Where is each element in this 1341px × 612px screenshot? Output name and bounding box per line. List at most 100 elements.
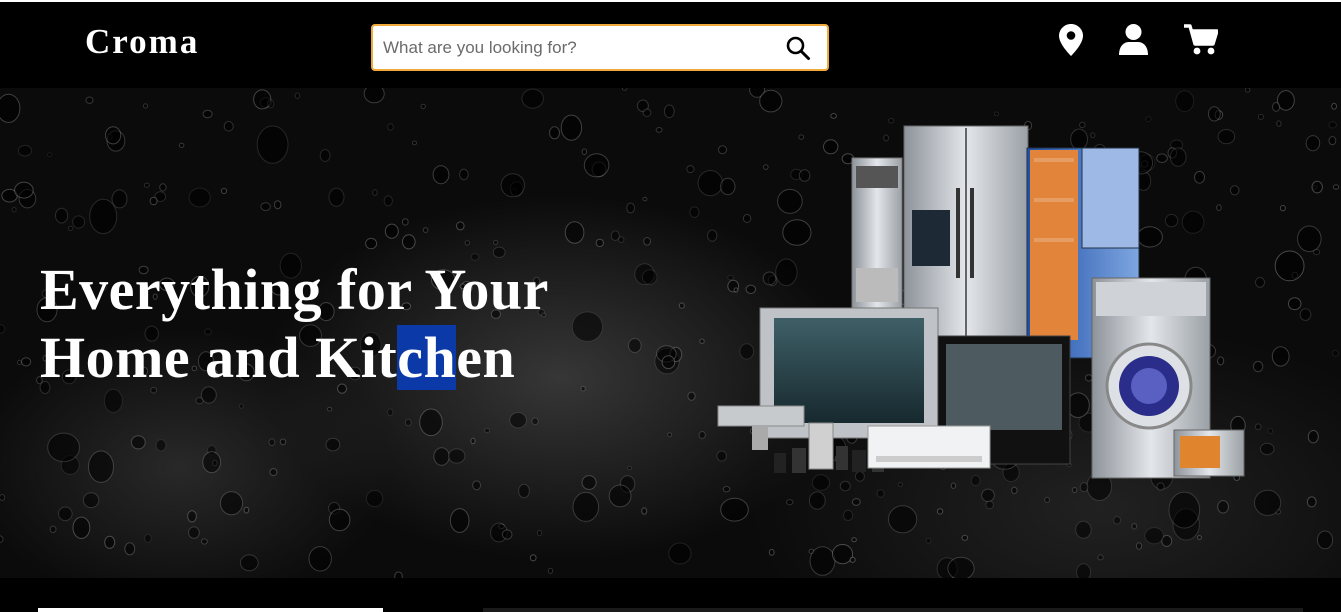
search-input[interactable] (383, 26, 773, 69)
water-drop (124, 542, 136, 556)
water-drop (843, 509, 854, 521)
water-drop (308, 546, 332, 572)
water-drop (401, 218, 409, 226)
water-drop (595, 238, 604, 248)
water-drop (16, 359, 22, 365)
water-drop (328, 187, 345, 207)
water-drop (432, 165, 450, 185)
water-drop (325, 437, 341, 452)
water-drop (642, 196, 648, 202)
water-drop (500, 173, 525, 198)
water-drop (267, 99, 275, 109)
water-drop (581, 148, 587, 156)
water-drop (144, 533, 152, 543)
water-drop (202, 109, 213, 119)
water-drop (239, 554, 259, 572)
location-icon[interactable] (1059, 24, 1083, 56)
water-drop (268, 438, 276, 447)
water-drop (279, 438, 287, 446)
water-drop (547, 567, 554, 574)
water-drop (219, 491, 244, 516)
water-drop (404, 418, 412, 427)
water-drop (294, 92, 301, 99)
water-drop (1252, 360, 1264, 373)
water-drop (628, 338, 642, 353)
water-drop (188, 187, 211, 208)
water-drop (72, 516, 91, 539)
water-drop (0, 93, 21, 123)
water-drop (608, 484, 632, 508)
water-drop (1267, 427, 1274, 434)
water-drop (82, 492, 100, 509)
water-drop (256, 125, 289, 164)
water-drop (47, 152, 53, 157)
water-drop (143, 103, 148, 109)
hero-title-selection: ch (397, 325, 457, 390)
water-drop (319, 149, 331, 162)
water-drop (269, 468, 278, 477)
water-drop (985, 500, 994, 510)
water-drop (564, 221, 585, 244)
water-drop (831, 544, 854, 565)
water-drop (187, 510, 197, 523)
water-drop (448, 448, 466, 464)
water-drop (768, 549, 775, 556)
water-drop (14, 181, 34, 199)
water-drop (1274, 250, 1305, 282)
water-drop (627, 465, 633, 471)
water-drop (1331, 102, 1337, 110)
croma-logo[interactable]: Croma (85, 22, 199, 62)
water-drop (667, 432, 673, 438)
water-drop (11, 207, 17, 213)
water-drop (560, 114, 583, 141)
water-drop (459, 168, 469, 181)
water-drop (201, 538, 208, 545)
water-drop (493, 239, 499, 246)
water-drop (1175, 90, 1195, 112)
page: Croma Everything for Your Ho (0, 0, 1341, 612)
water-drop (155, 439, 167, 452)
water-drop (518, 483, 530, 499)
water-drop (326, 406, 333, 412)
water-drop (243, 506, 250, 514)
water-drop (328, 508, 351, 532)
hero-banner: Everything for Your Home and Kitchen (0, 88, 1341, 578)
water-drop (936, 508, 944, 515)
water-drop (220, 187, 228, 195)
water-drop (572, 491, 600, 522)
water-drop (149, 196, 158, 206)
water-drop (993, 111, 1000, 117)
water-drop (580, 385, 586, 392)
water-drop (720, 497, 749, 522)
water-drop (925, 537, 932, 544)
user-icon[interactable] (1119, 24, 1148, 55)
water-drop (1332, 349, 1339, 357)
water-drop (529, 554, 537, 562)
water-drop (1135, 542, 1143, 550)
appliances-image (717, 125, 1245, 479)
water-drop (111, 189, 128, 209)
water-drop (1328, 121, 1337, 129)
water-drop (202, 451, 222, 474)
water-drop (1131, 523, 1138, 530)
water-drop (1113, 516, 1122, 525)
search-icon[interactable] (785, 35, 811, 61)
top-navbar: Croma (0, 0, 1341, 88)
water-drop (1276, 120, 1282, 127)
water-drop (1297, 225, 1322, 253)
water-drop (412, 140, 417, 146)
cart-icon[interactable] (1184, 24, 1218, 55)
water-drop (21, 357, 32, 367)
water-drop (260, 202, 271, 211)
water-drop (1271, 346, 1290, 367)
search-box[interactable] (371, 24, 829, 71)
water-drop (223, 121, 234, 132)
water-drop (961, 534, 969, 541)
water-drop (383, 195, 393, 207)
water-drop (88, 450, 114, 483)
water-drop (618, 236, 625, 243)
water-drop (1328, 136, 1337, 146)
water-drop (178, 142, 185, 149)
water-drop (531, 417, 539, 426)
water-drop (1196, 535, 1203, 540)
